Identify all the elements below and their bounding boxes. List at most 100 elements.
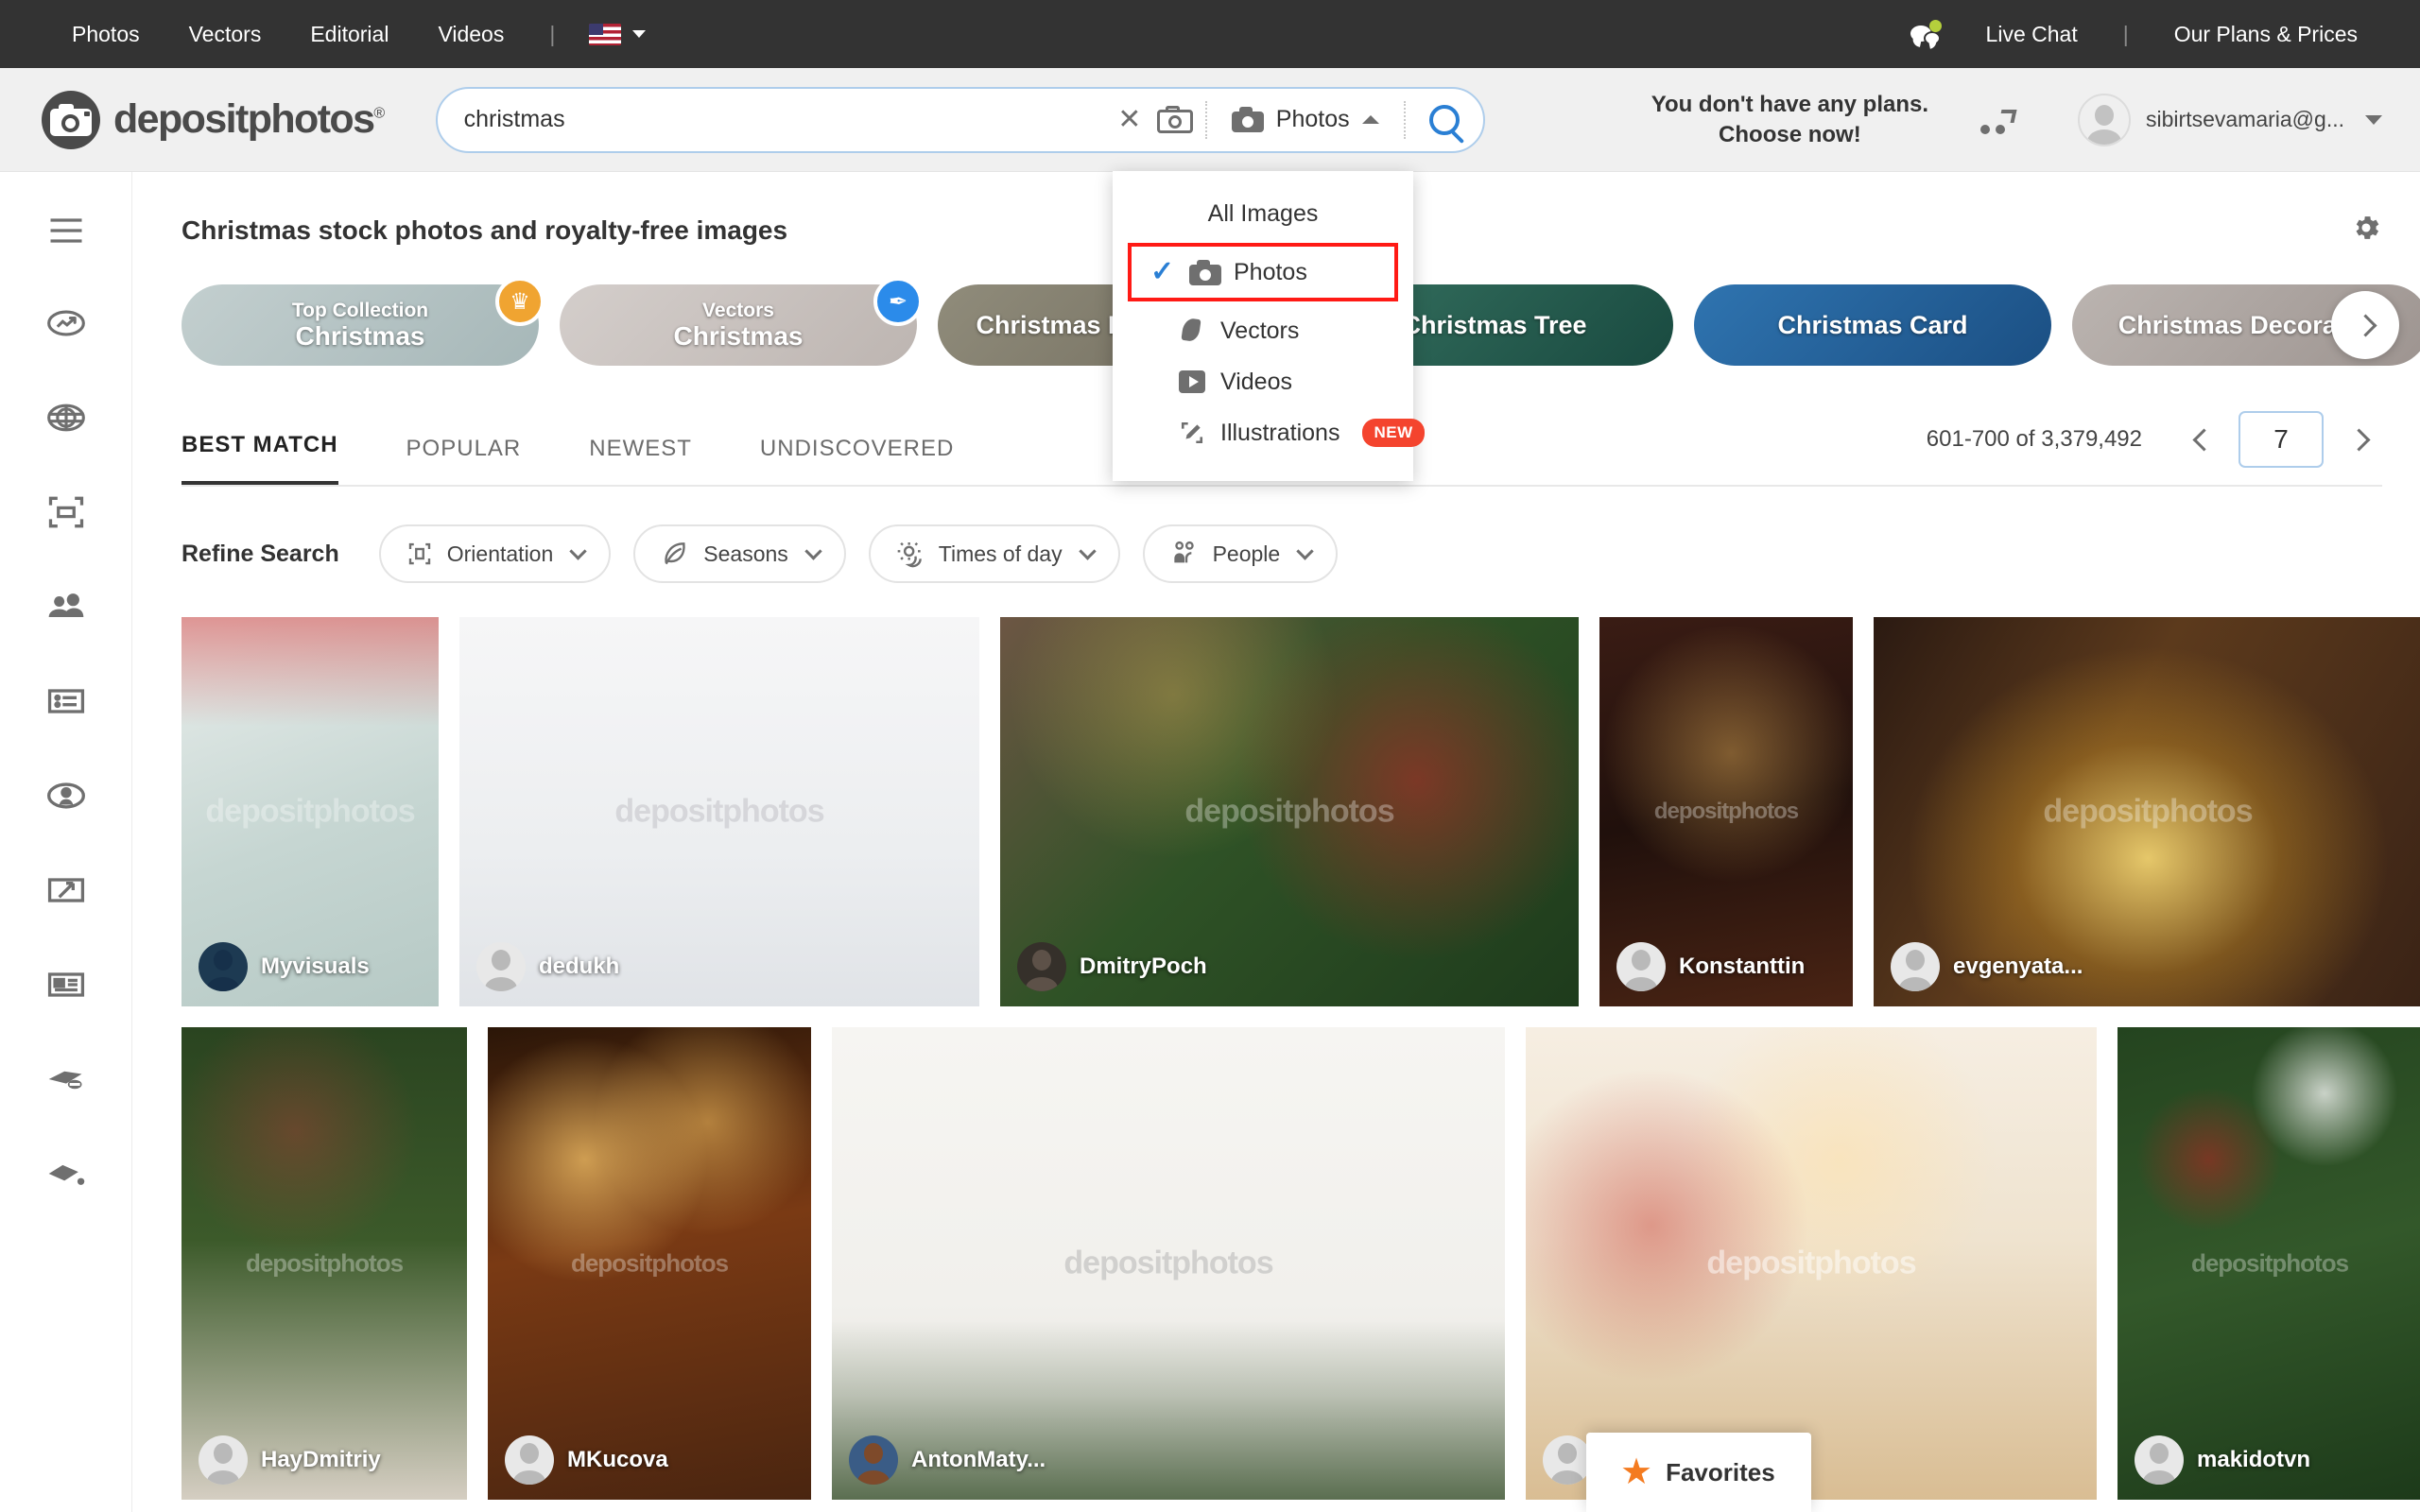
image-result-card[interactable]: depositphotos evgenyata...: [1874, 617, 2420, 1006]
page-title: Christmas stock photos and royalty-free …: [182, 215, 788, 245]
image-result-card[interactable]: depositphotos dedukh: [459, 617, 979, 1006]
chevron-down-icon: [1078, 542, 1097, 560]
next-page-button[interactable]: [2335, 416, 2382, 463]
image-result-card[interactable]: depositphotos inarik: [1526, 1027, 2097, 1500]
visual-search-camera-button[interactable]: [1149, 94, 1201, 146]
account-email-label[interactable]: sibirtsevamaria@g...: [2146, 107, 2344, 132]
author-badge[interactable]: dedukh: [476, 942, 619, 991]
author-badge[interactable]: MKucova: [505, 1435, 668, 1485]
dropdown-item-illustrations[interactable]: Illustrations NEW: [1113, 407, 1425, 458]
filter-times-of-day[interactable]: Times of day: [868, 524, 1120, 583]
tab-popular[interactable]: POPULAR: [406, 436, 522, 485]
image-result-card[interactable]: depositphotos HayDmitriy: [182, 1027, 467, 1500]
sidebar-item-card[interactable]: [0, 937, 131, 1032]
category-chip[interactable]: Christmas Card: [1694, 284, 2051, 366]
sidebar-item-tag[interactable]: [0, 1032, 131, 1126]
image-result-card[interactable]: depositphotos DmitryPoch: [1000, 617, 1579, 1006]
grid-row: depositphotos Myvisuals depositphotos de…: [182, 617, 2420, 1006]
tab-newest[interactable]: NEWEST: [589, 436, 692, 485]
category-chip[interactable]: Top Collection Christmas ♛: [182, 277, 544, 366]
dropdown-item-vectors[interactable]: Vectors: [1113, 305, 1413, 356]
avatar: [2135, 1435, 2184, 1485]
sidebar-item-color[interactable]: [0, 1126, 131, 1221]
results-count: 601-700 of 3,379,492: [1926, 426, 2142, 452]
plans-prices-link[interactable]: Our Plans & Prices: [2150, 22, 2382, 47]
site-header: depositphotos® ✕ Photos You don't have a…: [0, 68, 2420, 172]
favorites-label: Favorites: [1666, 1457, 1775, 1486]
author-badge[interactable]: DmitryPoch: [1017, 942, 1207, 991]
category-chip[interactable]: Vectors Christmas ✒: [560, 277, 923, 366]
depositphotos-logo[interactable]: depositphotos®: [42, 90, 385, 149]
plans-promo[interactable]: You don't have any plans. Choose now!: [1651, 90, 1928, 148]
tab-undiscovered[interactable]: UNDISCOVERED: [760, 436, 954, 485]
videos-play-icon: [1177, 370, 1207, 393]
clear-search-icon[interactable]: ✕: [1111, 101, 1149, 139]
avatar: [476, 942, 526, 991]
top-nav-vectors[interactable]: Vectors: [164, 22, 286, 47]
filter-times-of-day-label: Times of day: [938, 541, 1063, 566]
author-badge[interactable]: makidotvn: [2135, 1435, 2310, 1485]
left-sidebar: [0, 172, 132, 1512]
check-icon: ✓: [1150, 256, 1175, 287]
chevron-down-icon: [804, 542, 822, 560]
author-name: Konstanttin: [1679, 954, 1806, 979]
page-number-input[interactable]: 7: [2238, 411, 2324, 468]
search-submit-button[interactable]: [1415, 91, 1474, 149]
language-selector[interactable]: [576, 23, 647, 45]
image-result-card[interactable]: depositphotos makidotvn: [2118, 1027, 2420, 1500]
tab-best-match[interactable]: BEST MATCH: [182, 432, 338, 485]
dropdown-item-videos[interactable]: Videos: [1113, 356, 1413, 407]
sidebar-item-focus[interactable]: [0, 465, 131, 559]
author-name: DmitryPoch: [1080, 954, 1207, 979]
filter-people[interactable]: People: [1142, 524, 1339, 583]
chip-title: Christmas Tree: [1402, 310, 1587, 339]
avatar: [505, 1435, 554, 1485]
author-badge[interactable]: AntonMaty...: [849, 1435, 1046, 1485]
image-result-card[interactable]: depositphotos Konstanttin: [1599, 617, 1853, 1006]
author-badge[interactable]: Myvisuals: [199, 942, 370, 991]
sidebar-item-trending[interactable]: [0, 276, 131, 370]
live-chat-link[interactable]: Live Chat: [1962, 22, 2102, 47]
chips-next-button[interactable]: [2331, 291, 2399, 359]
refine-search-row: Refine Search Orientation Seasons Times …: [182, 524, 2382, 583]
live-chat-icon: [1910, 20, 1948, 48]
sidebar-item-resize[interactable]: [0, 843, 131, 937]
dropdown-item-photos[interactable]: ✓ Photos: [1128, 243, 1398, 301]
settings-gear-button[interactable]: [2350, 212, 2382, 249]
author-badge[interactable]: HayDmitriy: [199, 1435, 381, 1485]
top-nav-videos[interactable]: Videos: [413, 22, 528, 47]
dropdown-label-vectors: Vectors: [1220, 317, 1300, 344]
author-name: HayDmitriy: [261, 1447, 381, 1472]
sidebar-item-people[interactable]: [0, 559, 131, 654]
image-result-card[interactable]: depositphotos Myvisuals: [182, 617, 439, 1006]
filter-seasons[interactable]: Seasons: [633, 524, 846, 583]
top-nav-right: Live Chat | Our Plans & Prices: [1910, 20, 2382, 48]
search-icon: [1428, 104, 1460, 135]
top-nav-photos[interactable]: Photos: [47, 22, 164, 47]
chevron-left-icon: [2191, 427, 2216, 452]
crop-frame-icon: [48, 496, 83, 528]
caret-up-icon: [1361, 115, 1379, 124]
account-chevron-down-icon[interactable]: [2365, 114, 2382, 125]
search-input[interactable]: [463, 106, 1111, 133]
sidebar-item-portrait[interactable]: [0, 748, 131, 843]
dropdown-item-all-images[interactable]: All Images: [1113, 188, 1413, 239]
top-nav-divider: |: [549, 21, 556, 46]
image-results-grid: depositphotos Myvisuals depositphotos de…: [182, 617, 2420, 1500]
image-result-card[interactable]: depositphotos AntonMaty...: [832, 1027, 1505, 1500]
sidebar-item-global[interactable]: [0, 370, 131, 465]
author-badge[interactable]: Konstanttin: [1616, 942, 1805, 991]
chip-subtitle: Top Collection: [291, 299, 429, 321]
favorites-popup[interactable]: ★ Favorites: [1586, 1433, 1811, 1512]
top-nav-editorial[interactable]: Editorial: [285, 22, 413, 47]
chip-subtitle: Vectors: [702, 299, 774, 321]
search-type-selector[interactable]: Photos: [1211, 94, 1400, 146]
author-badge[interactable]: evgenyata...: [1891, 942, 2083, 991]
avatar[interactable]: [2078, 93, 2132, 146]
sidebar-item-list[interactable]: [0, 654, 131, 748]
image-result-card[interactable]: depositphotos MKucova: [488, 1027, 811, 1500]
sidebar-item-menu[interactable]: [0, 185, 131, 276]
plans-promo-line1: You don't have any plans.: [1651, 92, 1929, 118]
prev-page-button[interactable]: [2180, 416, 2227, 463]
filter-orientation[interactable]: Orientation: [378, 524, 612, 583]
